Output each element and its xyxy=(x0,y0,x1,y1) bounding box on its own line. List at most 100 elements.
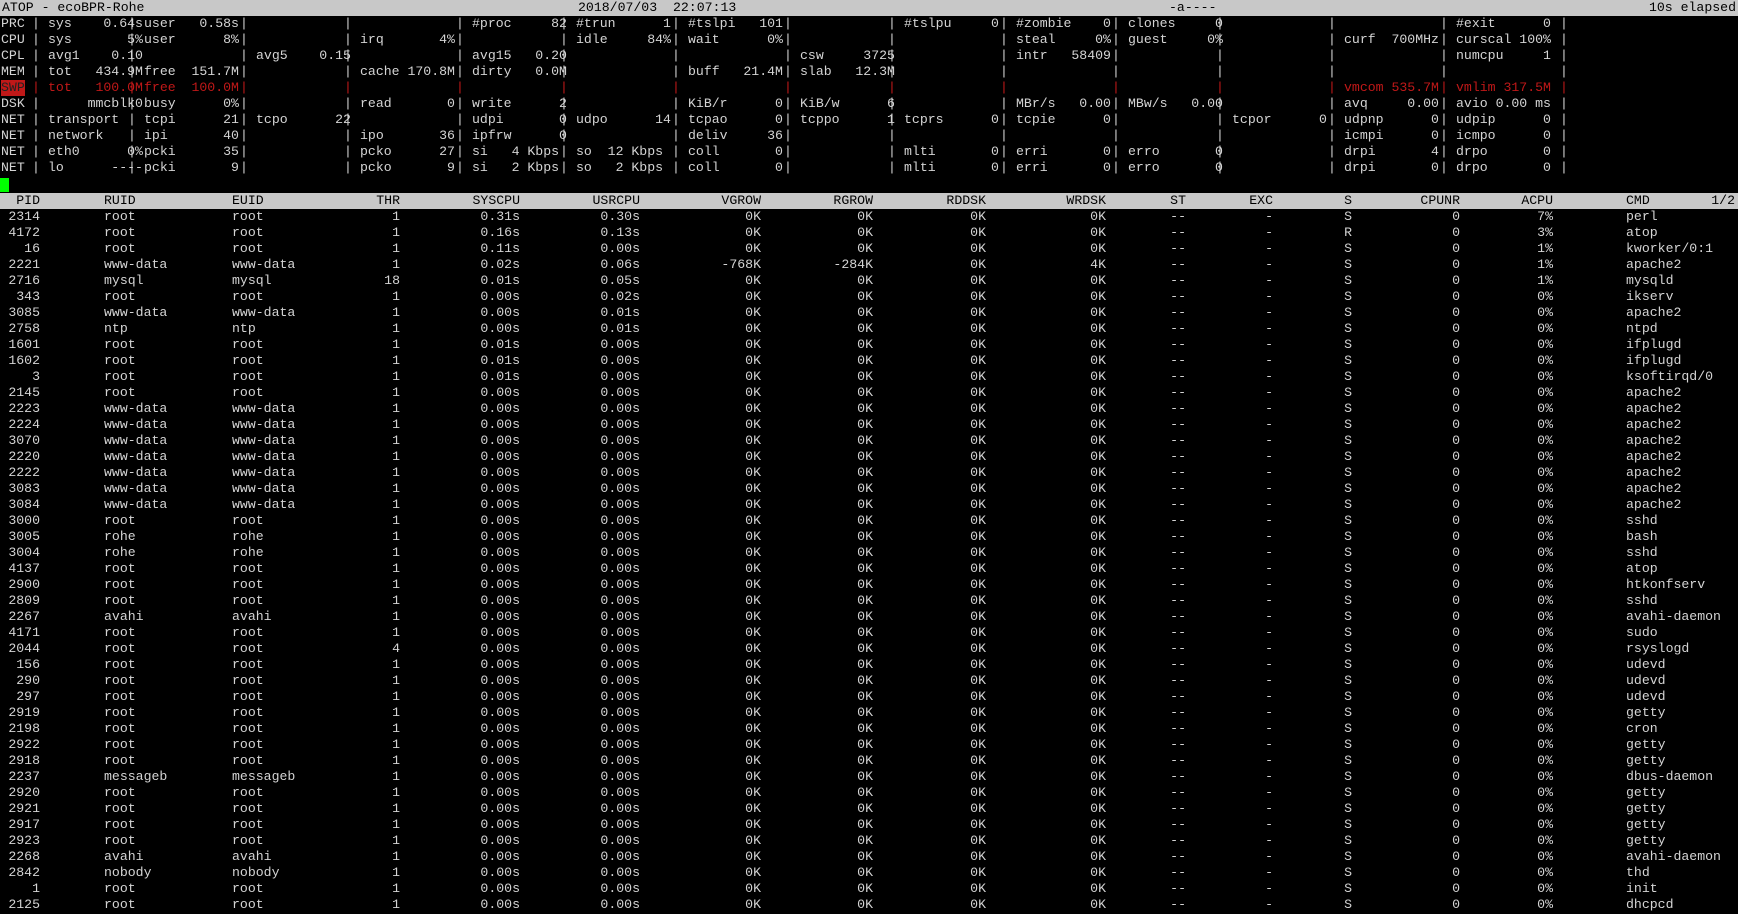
process-cell-pid: 4171 xyxy=(8,625,40,640)
process-row[interactable]: 2919 root root 1 0.00s 0.00s 0K 0K 0K 0K -- - S 0 0% ge… xyxy=(0,705,1738,721)
process-row[interactable]: 4137 root root 1 0.00s 0.00s 0K 0K 0K 0K -- - S 0 0% at… xyxy=(0,561,1738,577)
process-cell-usrcpu: 0.00s xyxy=(600,561,640,576)
process-cell-syscpu: 0.00s xyxy=(480,417,520,432)
column-header-s[interactable]: S xyxy=(1344,193,1352,209)
process-row[interactable]: 1 root root 1 0.00s 0.00s 0K 0K 0K 0K -- - S 0 0% init xyxy=(0,881,1738,897)
process-row[interactable]: 2809 root root 1 0.00s 0.00s 0K 0K 0K 0K -- - S 0 0% ss… xyxy=(0,593,1738,609)
column-header-usrcpu[interactable]: USRCPU xyxy=(593,193,640,209)
process-row[interactable]: 2224 www-data www-data 1 0.00s 0.00s 0K 0K 0K 0K -… xyxy=(0,417,1738,433)
process-row[interactable]: 3070 www-data www-data 1 0.00s 0.00s 0K 0K 0K 0K -… xyxy=(0,433,1738,449)
process-row[interactable]: 16 root root 1 0.11s 0.00s 0K 0K 0K 0K -- - S 0 1% kwor… xyxy=(0,241,1738,257)
process-row[interactable]: 3083 www-data www-data 1 0.00s 0.00s 0K 0K 0K 0K -… xyxy=(0,481,1738,497)
process-row[interactable]: 2917 root root 1 0.00s 0.00s 0K 0K 0K 0K -- - S 0 0% ge… xyxy=(0,817,1738,833)
process-row[interactable]: 3084 www-data www-data 1 0.00s 0.00s 0K 0K 0K 0K -… xyxy=(0,497,1738,513)
column-header-vgrow[interactable]: VGROW xyxy=(721,193,761,209)
sys-separator: | xyxy=(32,48,40,63)
column-header-syscpu[interactable]: SYSCPU xyxy=(473,193,520,209)
process-row[interactable]: 2716 mysql mysql 18 0.01s 0.05s 0K 0K 0K 0K -- - S 0 1… xyxy=(0,273,1738,289)
process-cell-pid: 2221 xyxy=(8,257,40,272)
sys-cell: intr 58409 xyxy=(1016,48,1111,63)
process-cell-st: -- xyxy=(1170,801,1186,816)
process-cell-ruid: avahi xyxy=(104,849,144,864)
column-header-rddsk[interactable]: RDDSK xyxy=(946,193,986,209)
process-row[interactable]: 2223 www-data www-data 1 0.00s 0.00s 0K 0K 0K 0K -… xyxy=(0,401,1738,417)
process-row[interactable]: 3 root root 1 0.01s 0.00s 0K 0K 0K 0K -- - S 0 0% ksoft… xyxy=(0,369,1738,385)
process-row[interactable]: 2921 root root 1 0.00s 0.00s 0K 0K 0K 0K -- - S 0 0% ge… xyxy=(0,801,1738,817)
process-cell-s: S xyxy=(1344,721,1352,736)
process-cell-rddsk: 0K xyxy=(970,209,986,224)
process-cell-cmd: getty xyxy=(1626,785,1666,800)
sys-cell: pcki 35 xyxy=(144,144,239,159)
column-header-pid[interactable]: PID xyxy=(16,193,40,209)
process-cell-syscpu: 0.00s xyxy=(480,657,520,672)
process-row[interactable]: 2145 root root 1 0.00s 0.00s 0K 0K 0K 0K -- - S 0 0% ap… xyxy=(0,385,1738,401)
process-cell-rgrow: 0K xyxy=(857,465,873,480)
process-cell-wrdsk: 0K xyxy=(1090,865,1106,880)
process-row[interactable]: 290 root root 1 0.00s 0.00s 0K 0K 0K 0K -- - S 0 0% ude… xyxy=(0,673,1738,689)
process-row[interactable]: 3005 rohe rohe 1 0.00s 0.00s 0K 0K 0K 0K -- - S 0 0% ba… xyxy=(0,529,1738,545)
process-row[interactable]: 2842 nobody nobody 1 0.00s 0.00s 0K 0K 0K 0K -- - S 0… xyxy=(0,865,1738,881)
column-header-acpu[interactable]: ACPU xyxy=(1521,193,1553,209)
process-cell-syscpu: 0.00s xyxy=(480,625,520,640)
process-cell-cpunr: 0 xyxy=(1452,513,1460,528)
process-row[interactable]: 2267 avahi avahi 1 0.00s 0.00s 0K 0K 0K 0K -- - S 0 0%… xyxy=(0,609,1738,625)
process-row[interactable]: 2314 root root 1 0.31s 0.30s 0K 0K 0K 0K -- - S 0 7% pe… xyxy=(0,209,1738,225)
process-row[interactable]: 156 root root 1 0.00s 0.00s 0K 0K 0K 0K -- - S 0 0% ude… xyxy=(0,657,1738,673)
sys-cell: si 2 Kbps xyxy=(472,160,560,175)
process-cell-syscpu: 0.00s xyxy=(480,801,520,816)
sys-separator: | xyxy=(1560,144,1568,159)
process-cell-exc: - xyxy=(1265,433,1273,448)
column-header-ruid[interactable]: RUID xyxy=(104,193,136,209)
process-row[interactable]: 2044 root root 4 0.00s 0.00s 0K 0K 0K 0K -- - S 0 0% rs… xyxy=(0,641,1738,657)
column-header-cmd[interactable]: CMD xyxy=(1626,193,1650,209)
process-row[interactable]: 2221 www-data www-data 1 0.02s 0.06s -768K -284… xyxy=(0,257,1738,273)
column-header-rgrow[interactable]: RGROW xyxy=(833,193,873,209)
process-row[interactable]: 343 root root 1 0.00s 0.02s 0K 0K 0K 0K -- - S 0 0% iks… xyxy=(0,289,1738,305)
process-row[interactable]: 4171 root root 1 0.00s 0.00s 0K 0K 0K 0K -- - S 0 0% su… xyxy=(0,625,1738,641)
process-row[interactable]: 4172 root root 1 0.16s 0.13s 0K 0K 0K 0K -- - R 0 3% at… xyxy=(0,225,1738,241)
sys-cell: avq 0.00 xyxy=(1344,96,1439,111)
process-cell-acpu: 0% xyxy=(1537,705,1553,720)
process-row[interactable]: 297 root root 1 0.00s 0.00s 0K 0K 0K 0K -- - S 0 0% ude… xyxy=(0,689,1738,705)
process-row[interactable]: 2900 root root 1 0.00s 0.00s 0K 0K 0K 0K -- - S 0 0% ht… xyxy=(0,577,1738,593)
process-row[interactable]: 3004 rohe rohe 1 0.00s 0.00s 0K 0K 0K 0K -- - S 0 0% ss… xyxy=(0,545,1738,561)
process-cell-euid: www-data xyxy=(232,481,296,496)
process-row[interactable]: 2268 avahi avahi 1 0.00s 0.00s 0K 0K 0K 0K -- - S 0 0%… xyxy=(0,849,1738,865)
process-list[interactable]: 2314 root root 1 0.31s 0.30s 0K 0K 0K 0K -- - S 0 7% pe… xyxy=(0,209,1738,913)
process-cell-syscpu: 0.00s xyxy=(480,897,520,912)
process-row[interactable]: 1602 root root 1 0.01s 0.00s 0K 0K 0K 0K -- - S 0 0% if… xyxy=(0,353,1738,369)
sys-separator: | xyxy=(672,80,680,95)
column-header-thr[interactable]: THR xyxy=(376,193,400,209)
process-cell-syscpu: 0.16s xyxy=(480,225,520,240)
process-cell-wrdsk: 0K xyxy=(1090,241,1106,256)
process-cell-usrcpu: 0.00s xyxy=(600,369,640,384)
process-row[interactable]: 2923 root root 1 0.00s 0.00s 0K 0K 0K 0K -- - S 0 0% ge… xyxy=(0,833,1738,849)
process-cell-st: -- xyxy=(1170,465,1186,480)
process-row[interactable]: 2758 ntp ntp 1 0.00s 0.01s 0K 0K 0K 0K -- - S 0 0% ntpd xyxy=(0,321,1738,337)
process-row[interactable]: 2220 www-data www-data 1 0.00s 0.00s 0K 0K 0K 0K -… xyxy=(0,449,1738,465)
column-header-wrdsk[interactable]: WRDSK xyxy=(1066,193,1106,209)
process-row[interactable]: 2237 messageb messageb 1 0.00s 0.00s 0K 0K 0K 0K -… xyxy=(0,769,1738,785)
process-row[interactable]: 2125 root root 1 0.00s 0.00s 0K 0K 0K 0K -- - S 0 0% dh… xyxy=(0,897,1738,913)
process-row[interactable]: 3000 root root 1 0.00s 0.00s 0K 0K 0K 0K -- - S 0 0% ss… xyxy=(0,513,1738,529)
process-row[interactable]: 2918 root root 1 0.00s 0.00s 0K 0K 0K 0K -- - S 0 0% ge… xyxy=(0,753,1738,769)
process-row[interactable]: 2922 root root 1 0.00s 0.00s 0K 0K 0K 0K -- - S 0 0% ge… xyxy=(0,737,1738,753)
process-row[interactable]: 2198 root root 1 0.00s 0.00s 0K 0K 0K 0K -- - S 0 0% cr… xyxy=(0,721,1738,737)
sys-separator: | xyxy=(784,128,792,143)
sys-separator: | xyxy=(672,96,680,111)
process-row[interactable]: 1601 root root 1 0.01s 0.00s 0K 0K 0K 0K -- - S 0 0% if… xyxy=(0,337,1738,353)
process-cell-cmd: getty xyxy=(1626,817,1666,832)
column-header-st[interactable]: ST xyxy=(1170,193,1186,209)
process-row[interactable]: 2222 www-data www-data 1 0.00s 0.00s 0K 0K 0K 0K -… xyxy=(0,465,1738,481)
process-cell-wrdsk: 0K xyxy=(1090,209,1106,224)
process-cell-ruid: root xyxy=(104,721,136,736)
sys-cell: erri 0 xyxy=(1016,160,1111,175)
sys-separator: | xyxy=(1216,112,1224,127)
column-header-exc[interactable]: EXC xyxy=(1249,193,1273,209)
process-row[interactable]: 3085 www-data www-data 1 0.00s 0.01s 0K 0K 0K 0K -… xyxy=(0,305,1738,321)
process-cell-rgrow: 0K xyxy=(857,881,873,896)
column-header-euid[interactable]: EUID xyxy=(232,193,264,209)
process-row[interactable]: 2920 root root 1 0.00s 0.00s 0K 0K 0K 0K -- - S 0 0% ge… xyxy=(0,785,1738,801)
column-header-cpunr[interactable]: CPUNR xyxy=(1420,193,1460,209)
process-cell-ruid: root xyxy=(104,385,136,400)
